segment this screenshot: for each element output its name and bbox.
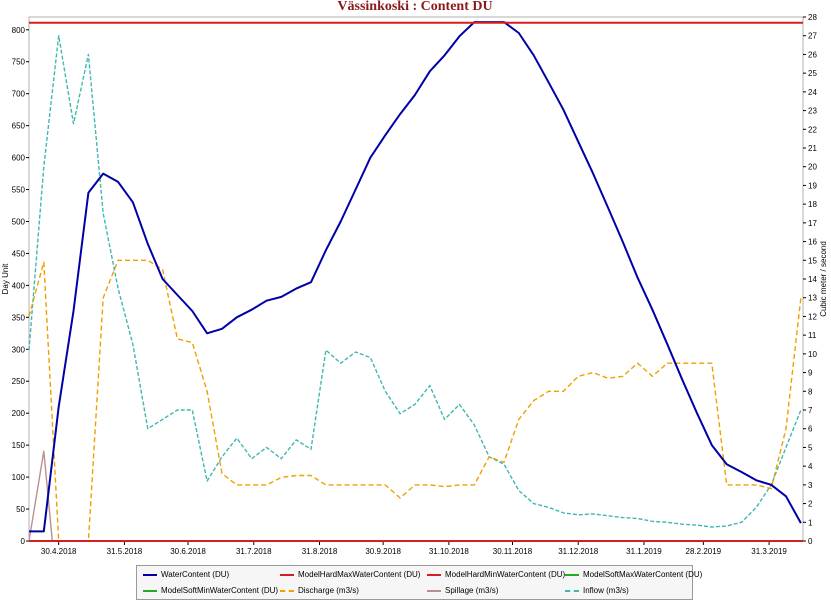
x-tick-label: 31.7.2018 [236, 547, 272, 556]
legend-swatch [280, 573, 294, 576]
y2-tick-label: 23 [808, 107, 817, 116]
legend-swatch [565, 589, 579, 592]
legend-swatch [427, 573, 441, 576]
y-tick-label: 350 [12, 313, 26, 322]
x-tick-label: 30.11.2018 [493, 547, 533, 556]
y2-tick-label: 28 [808, 13, 817, 22]
legend-item-spillage: Spillage (m3/s) [427, 586, 498, 595]
legend-label: ModelHardMinWaterContent (DU) [445, 570, 566, 579]
x-axis: 30.4.2018 31.5.2018 30.6.2018 31.7.2018 31.8… [41, 541, 787, 556]
y2-tick-label: 6 [808, 425, 813, 434]
y-tick-label: 500 [12, 217, 26, 226]
legend-swatch [427, 589, 441, 592]
y2-tick-label: 9 [808, 369, 813, 378]
legend-label: Discharge (m3/s) [298, 586, 359, 595]
x-tick-label: 30.6.2018 [170, 547, 206, 556]
y2-tick-label: 14 [808, 275, 817, 284]
legend-item-modelsoftmaxwatercontent: ModelSoftMaxWaterContent (DU) [565, 570, 702, 579]
y-tick-label: 100 [12, 473, 26, 482]
legend-item-watercontent: WaterContent (DU) [143, 570, 229, 579]
y2-tick-label: 22 [808, 125, 817, 134]
x-tick-label: 31.10.2018 [429, 547, 470, 556]
y2-tick-label: 13 [808, 294, 817, 303]
legend-label: ModelSoftMinWaterContent (DU) [161, 586, 279, 595]
y2-tick-label: 11 [808, 331, 817, 340]
y2-tick-label: 10 [808, 350, 817, 359]
legend-swatch [143, 589, 157, 592]
y-axis-left: 0 50 100 150 200 250 300 350 400 450 500 550 600 650 7… [12, 26, 29, 546]
legend-item-inflow: Inflow (m3/s) [565, 586, 629, 595]
legend-swatch [280, 589, 294, 592]
y2-tick-label: 8 [808, 387, 813, 396]
y2-tick-label: 0 [808, 537, 813, 546]
y-tick-label: 0 [21, 537, 26, 546]
y2-tick-label: 12 [808, 312, 817, 321]
x-tick-label: 31.8.2018 [302, 547, 338, 556]
y-tick-label: 600 [12, 154, 26, 163]
y-tick-label: 800 [12, 26, 26, 35]
y2-tick-label: 25 [808, 69, 817, 78]
legend: WaterContent (DU) ModelHardMaxWaterConten… [136, 565, 702, 600]
y2-tick-label: 27 [808, 32, 817, 41]
plot-area [28, 16, 804, 542]
y2-tick-label: 18 [808, 200, 817, 209]
legend-swatch [143, 573, 157, 576]
x-tick-label: 31.12.2018 [558, 547, 599, 556]
y2-axis-title: Cubic meter / second [819, 241, 828, 317]
y-tick-label: 400 [12, 281, 26, 290]
y-axis-right: 0123456789101112131415161718192021222324… [803, 13, 817, 546]
legend-label: WaterContent (DU) [161, 570, 230, 579]
legend-item-discharge: Discharge (m3/s) [280, 586, 359, 595]
legend-label: ModelSoftMaxWaterContent (DU) [583, 570, 703, 579]
x-tick-label: 30.9.2018 [365, 547, 401, 556]
x-tick-label: 28.2.2019 [686, 547, 722, 556]
y2-tick-label: 26 [808, 50, 817, 59]
x-tick-label: 31.5.2018 [107, 547, 143, 556]
chart: Vässinkoski : Content DU 050100150200250… [1, 0, 828, 556]
y-tick-label: 300 [12, 345, 26, 354]
y2-tick-label: 2 [808, 500, 813, 509]
y-axis-title: Day Unit [1, 263, 10, 294]
legend-label: Inflow (m3/s) [583, 586, 629, 595]
y2-tick-label: 7 [808, 406, 813, 415]
y-tick-label: 650 [12, 122, 26, 131]
legend-label: Spillage (m3/s) [445, 586, 499, 595]
y2-tick-label: 4 [808, 462, 813, 471]
x-tick-label: 31.1.2019 [626, 547, 662, 556]
y2-tick-label: 17 [808, 219, 817, 228]
chart-title: Vässinkoski : Content DU [337, 0, 492, 14]
legend-item-modelhardminwatercontent: ModelHardMinWaterContent (DU) [427, 570, 565, 579]
y2-tick-label: 5 [808, 443, 813, 452]
legend-label: ModelHardMaxWaterContent (DU) [298, 570, 421, 579]
y-tick-label: 50 [16, 505, 25, 514]
x-tick-label: 31.3.2019 [751, 547, 787, 556]
y-tick-label: 150 [12, 441, 26, 450]
y-tick-label: 250 [12, 377, 26, 386]
y2-tick-label: 3 [808, 481, 813, 490]
y-tick-label: 750 [12, 58, 26, 67]
legend-item-modelhardmaxwatercontent: ModelHardMaxWaterContent (DU) [280, 570, 420, 579]
x-tick-label: 30.4.2018 [41, 547, 77, 556]
y-tick-label: 550 [12, 186, 26, 195]
y-tick-label: 200 [12, 409, 26, 418]
y2-tick-label: 21 [808, 144, 817, 153]
legend-swatch [565, 573, 579, 576]
y2-tick-label: 24 [808, 88, 817, 97]
y2-tick-label: 16 [808, 238, 817, 247]
y2-tick-label: 15 [808, 256, 817, 265]
y2-tick-label: 19 [808, 181, 817, 190]
y2-tick-label: 20 [808, 163, 817, 172]
y2-tick-label: 1 [808, 518, 813, 527]
y-tick-label: 700 [12, 90, 26, 99]
y-tick-label: 450 [12, 249, 26, 258]
legend-item-modelsoftminwatercontent: ModelSoftMinWaterContent (DU) [143, 586, 278, 595]
